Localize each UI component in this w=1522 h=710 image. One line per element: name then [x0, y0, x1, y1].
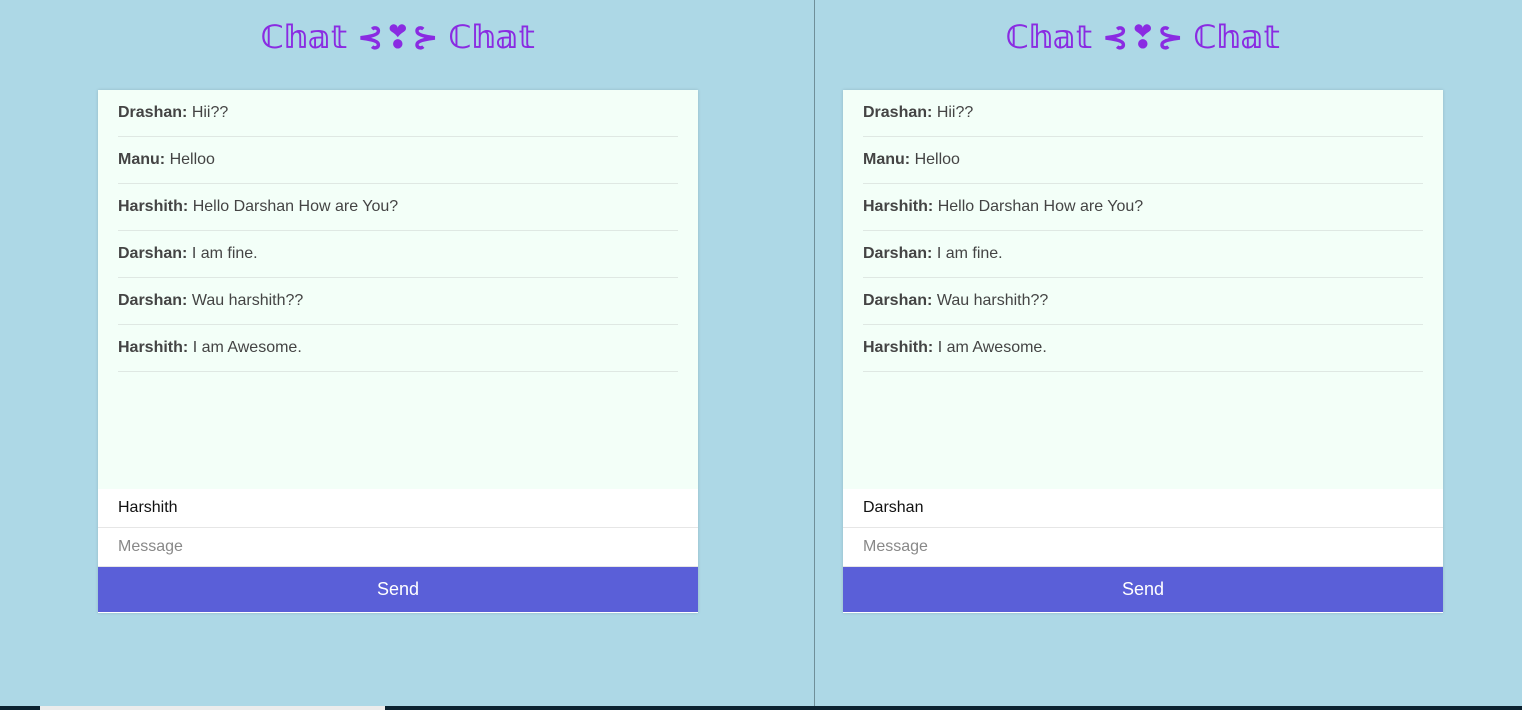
message-text: Hii?? — [936, 104, 974, 121]
send-button[interactable]: Send — [98, 567, 698, 612]
message-list: Drashan: Hii?? Manu: Helloo Harshith: He… — [98, 90, 698, 489]
message-author: Harshith: — [863, 339, 934, 356]
message-item: Darshan: I am fine. — [118, 231, 678, 278]
message-item: Manu: Helloo — [118, 137, 678, 184]
chat-box: Drashan: Hii?? Manu: Helloo Harshith: He… — [98, 90, 698, 613]
message-text: Wau harshith?? — [191, 292, 304, 309]
message-author: Darshan: — [863, 292, 933, 309]
name-input[interactable] — [98, 489, 698, 528]
message-author: Darshan: — [863, 245, 933, 262]
message-author: Harshith: — [863, 198, 934, 215]
taskbar-strip — [0, 706, 1522, 710]
chat-box: Drashan: Hii?? Manu: Helloo Harshith: He… — [843, 90, 1443, 613]
message-item: Drashan: Hii?? — [863, 90, 1423, 137]
message-item: Harshith: Hello Darshan How are You? — [118, 184, 678, 231]
message-item: Harshith: Hello Darshan How are You? — [863, 184, 1423, 231]
message-text: Hii?? — [191, 104, 229, 121]
app-title: ℂ𝕙𝕒𝕥 ⊰❣⊱ ℂ𝕙𝕒𝕥 — [260, 19, 536, 55]
message-item: Manu: Helloo — [863, 137, 1423, 184]
message-author: Manu: — [118, 151, 166, 168]
message-author: Drashan: — [118, 104, 188, 121]
name-input[interactable] — [843, 489, 1443, 528]
message-item: Harshith: I am Awesome. — [118, 325, 678, 372]
message-item: Drashan: Hii?? — [118, 90, 678, 137]
left-browser-window: ℂ𝕙𝕒𝕥 ⊰❣⊱ ℂ𝕙𝕒𝕥 Drashan: Hii?? Manu: Hello… — [0, 0, 814, 706]
message-input[interactable] — [843, 528, 1443, 567]
send-button[interactable]: Send — [843, 567, 1443, 612]
message-text: I am Awesome. — [937, 339, 1047, 356]
message-item: Darshan: Wau harshith?? — [863, 278, 1423, 325]
message-author: Drashan: — [863, 104, 933, 121]
taskbar-highlight — [40, 706, 385, 710]
message-text: Hello Darshan How are You? — [192, 198, 399, 215]
message-input[interactable] — [98, 528, 698, 567]
message-author: Harshith: — [118, 339, 189, 356]
message-item: Darshan: Wau harshith?? — [118, 278, 678, 325]
message-text: Wau harshith?? — [936, 292, 1049, 309]
message-text: I am fine. — [191, 245, 258, 262]
message-text: Hello Darshan How are You? — [937, 198, 1144, 215]
message-text: I am Awesome. — [192, 339, 302, 356]
message-text: I am fine. — [936, 245, 1003, 262]
screen: ℂ𝕙𝕒𝕥 ⊰❣⊱ ℂ𝕙𝕒𝕥 Drashan: Hii?? Manu: Hello… — [0, 0, 1522, 710]
message-author: Harshith: — [118, 198, 189, 215]
app-title: ℂ𝕙𝕒𝕥 ⊰❣⊱ ℂ𝕙𝕒𝕥 — [1005, 19, 1281, 55]
message-item: Harshith: I am Awesome. — [863, 325, 1423, 372]
right-browser-window: ℂ𝕙𝕒𝕥 ⊰❣⊱ ℂ𝕙𝕒𝕥 Drashan: Hii?? Manu: Hello… — [814, 0, 1522, 706]
message-text: Helloo — [169, 151, 215, 168]
message-text: Helloo — [914, 151, 960, 168]
message-author: Darshan: — [118, 245, 188, 262]
message-list: Drashan: Hii?? Manu: Helloo Harshith: He… — [843, 90, 1443, 489]
message-author: Manu: — [863, 151, 911, 168]
message-item: Darshan: I am fine. — [863, 231, 1423, 278]
message-author: Darshan: — [118, 292, 188, 309]
